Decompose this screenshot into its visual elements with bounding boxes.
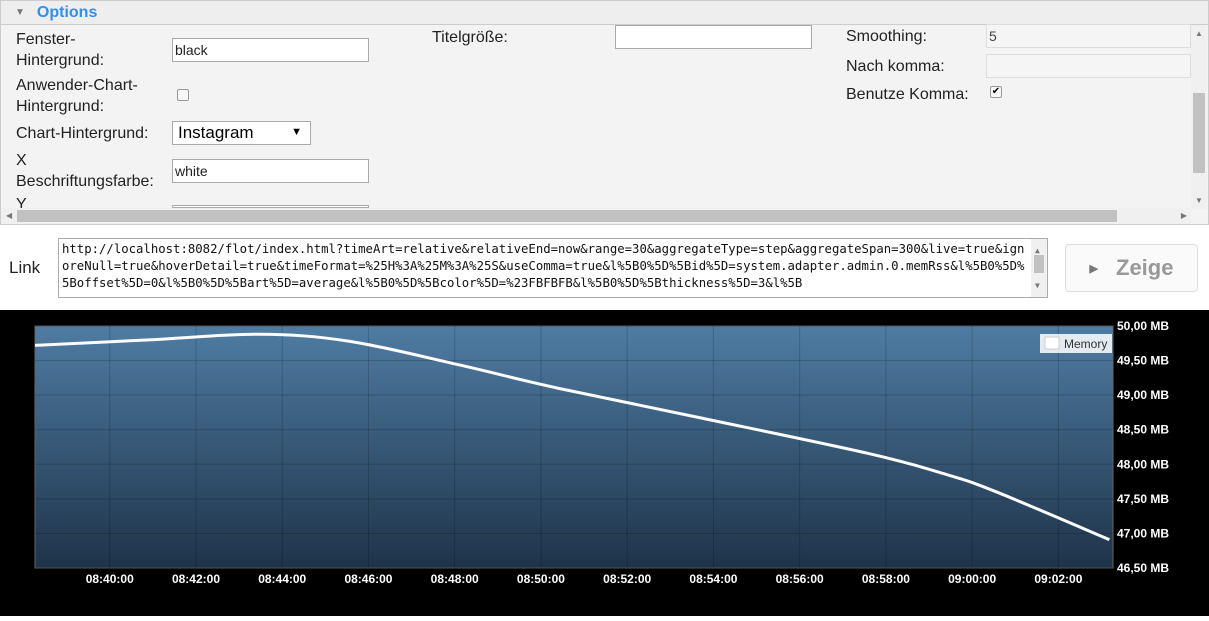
use-comma-label: Benutze Komma:: [846, 86, 969, 103]
link-value: http://localhost:8082/flot/index.html?ti…: [62, 242, 1025, 290]
smoothing-label: Smoothing:: [846, 28, 927, 45]
use-comma-checkbox[interactable]: ✔: [990, 86, 1002, 98]
smoothing-input[interactable]: 5: [986, 24, 1191, 48]
x-tick-label: 08:40:00: [86, 572, 134, 586]
x-tick-label: 08:58:00: [862, 572, 910, 586]
x-tick-label: 08:46:00: [344, 572, 392, 586]
options-header[interactable]: ▼ Options: [1, 1, 1208, 25]
x-tick-label: 08:44:00: [258, 572, 306, 586]
legend-label: Memory: [1064, 337, 1107, 351]
link-label: Link: [9, 258, 41, 277]
chart-area: 08:40:00 08:42:00 08:44:00 08:46:00 08:48:00…: [0, 310, 1209, 616]
options-horizontal-scrollbar[interactable]: ◀ ▶: [1, 208, 1191, 224]
window-bg-label: Fenster- Hintergrund:: [16, 31, 105, 69]
window-bg-input[interactable]: black: [172, 38, 369, 62]
x-label-color-label: X Beschriftungsfarbe:: [16, 152, 154, 190]
custom-chart-bg-label: Anwender-Chart- Hintergrund:: [16, 77, 138, 115]
x-tick-label: 08:50:00: [517, 572, 565, 586]
y-tick-label: 48,00 MB: [1117, 457, 1169, 471]
x-tick-label: 08:52:00: [603, 572, 651, 586]
y-tick-label: 46,50 MB: [1117, 561, 1169, 575]
x-label-color-input[interactable]: white: [172, 159, 369, 183]
y-tick-label: 47,00 MB: [1117, 526, 1169, 540]
y-tick-label: 49,50 MB: [1117, 354, 1169, 368]
chart-bg-value: Instagram: [178, 123, 254, 142]
x-tick-label: 08:54:00: [689, 572, 737, 586]
collapse-triangle-icon[interactable]: ▼: [15, 7, 25, 18]
options-panel: ▼ Options Fenster- Hintergrund: black An…: [0, 0, 1209, 225]
x-tick-label: 08:42:00: [172, 572, 220, 586]
after-comma-label: Nach komma:: [846, 58, 945, 75]
show-button-label: Zeige: [1116, 255, 1174, 280]
memory-chart: 08:40:00 08:42:00 08:44:00 08:46:00 08:48:00…: [34, 319, 1169, 586]
x-tick-label: 09:00:00: [948, 572, 996, 586]
chart-bg-select[interactable]: Instagram ▼: [172, 121, 311, 145]
y-tick-label: 47,50 MB: [1117, 492, 1169, 506]
y-tick-label: 48,50 MB: [1117, 423, 1169, 437]
y-tick-label: 49,00 MB: [1117, 388, 1169, 402]
plot-background: [34, 325, 1114, 569]
y-label-color-label: Y: [16, 196, 27, 208]
x-tick-label: 09:02:00: [1034, 572, 1082, 586]
legend-swatch: [1044, 336, 1060, 350]
title-size-input[interactable]: [615, 25, 812, 49]
link-textarea[interactable]: http://localhost:8082/flot/index.html?ti…: [58, 238, 1048, 298]
chart-bg-label: Chart-Hintergrund:: [16, 125, 149, 142]
after-comma-input[interactable]: [986, 54, 1191, 78]
options-title: Options: [36, 3, 98, 21]
y-tick-label: 50,00 MB: [1117, 319, 1169, 333]
custom-chart-bg-checkbox[interactable]: [177, 89, 189, 101]
options-vertical-scrollbar[interactable]: ▲ ▼: [1191, 25, 1207, 209]
dropdown-arrow-icon: ▼: [291, 126, 302, 138]
show-button[interactable]: ▶ Zeige: [1065, 244, 1198, 292]
link-scrollbar[interactable]: ▲ ▼: [1031, 239, 1047, 297]
play-icon: ▶: [1089, 262, 1098, 275]
x-tick-label: 08:48:00: [431, 572, 479, 586]
x-tick-label: 08:56:00: [776, 572, 824, 586]
title-size-label: Titelgröße:: [432, 29, 508, 46]
